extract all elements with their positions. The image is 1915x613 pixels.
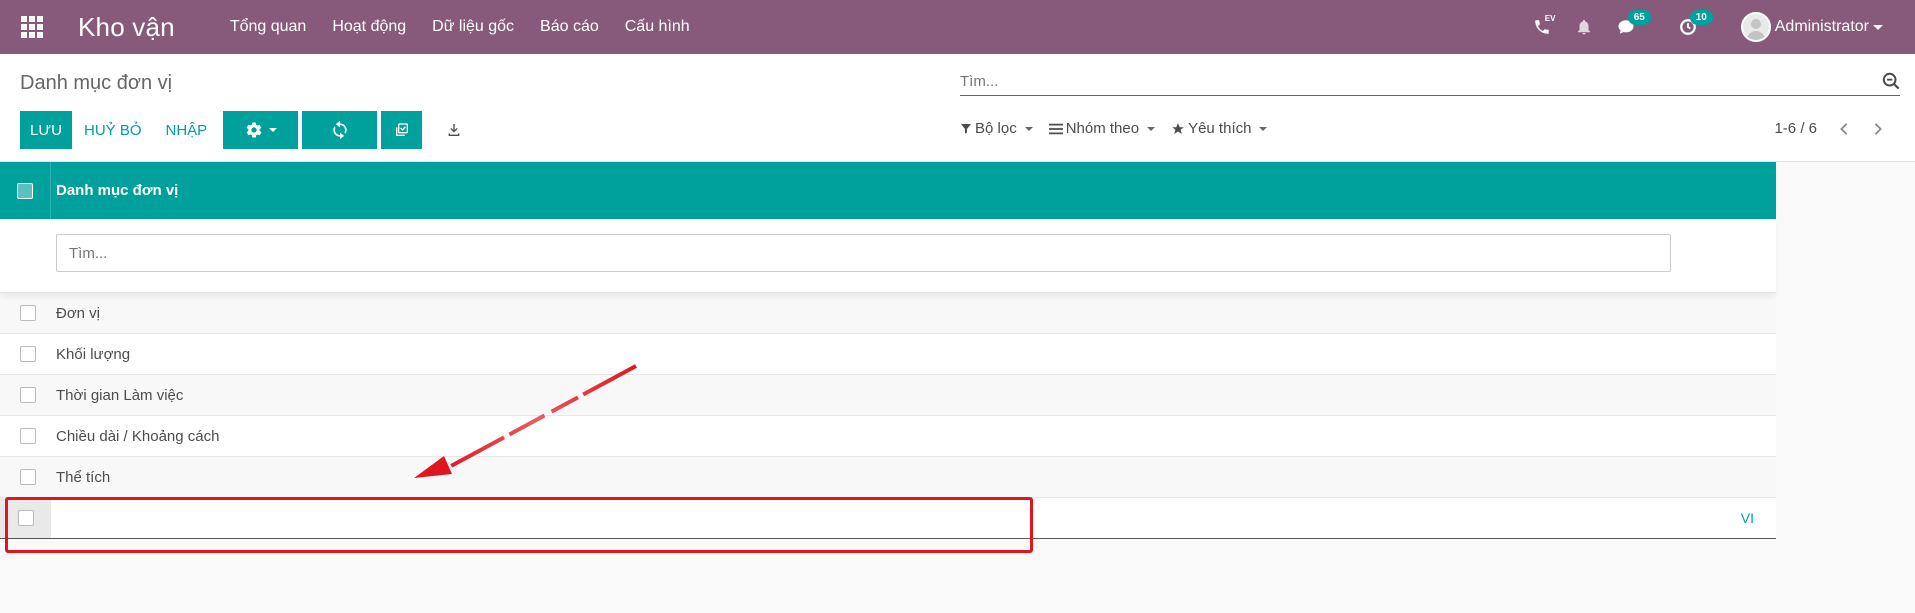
chevron-down-icon xyxy=(1147,126,1156,131)
select-all-checkbox[interactable] xyxy=(17,182,33,199)
activities-button[interactable]: 10 xyxy=(1679,10,1713,36)
menu-item-operations[interactable]: Hoạt động xyxy=(319,18,419,36)
refresh-button[interactable] xyxy=(302,111,378,149)
row-checkbox-cell xyxy=(0,387,56,403)
notifications-button[interactable] xyxy=(1575,18,1593,36)
favorites-label: Yêu thích xyxy=(1188,120,1252,137)
action-buttons: LƯU HUỶ BỎ NHẬP xyxy=(20,111,462,149)
pager: 1-6 / 6 xyxy=(1774,120,1885,137)
table-row[interactable]: Khối lượng xyxy=(0,334,1776,375)
messages-count-badge: 65 xyxy=(1627,10,1651,25)
duplicate-icon xyxy=(395,123,408,136)
column-filter-input[interactable] xyxy=(56,234,1671,272)
voip-button[interactable]: EV xyxy=(1533,14,1555,36)
refresh-icon xyxy=(333,120,347,140)
chevron-down-icon xyxy=(268,128,277,132)
table-row[interactable]: Đơn vị xyxy=(0,293,1776,334)
row-checkbox-cell xyxy=(0,469,56,485)
apps-grid-icon[interactable] xyxy=(21,16,43,38)
user-name: Administrator xyxy=(1774,18,1869,35)
table-row[interactable]: Thời gian Làm việc xyxy=(0,375,1776,416)
table-header: Danh mục đơn vị xyxy=(0,162,1776,219)
annotation-arrow xyxy=(414,364,637,478)
duplicate-button[interactable] xyxy=(381,111,423,149)
menu-item-reports[interactable]: Báo cáo xyxy=(527,18,612,36)
row-label: Khối lượng xyxy=(56,345,131,363)
messages-button[interactable]: 65 xyxy=(1617,10,1651,36)
table-row[interactable]: Thể tích xyxy=(0,457,1776,498)
search-icon[interactable] xyxy=(1882,72,1900,90)
filter-dropdown[interactable]: Bộ lọc xyxy=(960,120,1033,137)
main-navbar: Kho vận Tổng quan Hoạt động Dữ liệu gốc … xyxy=(0,0,1915,54)
select-all-cell xyxy=(0,162,51,219)
row-checkbox[interactable] xyxy=(20,428,36,444)
row-checkbox[interactable] xyxy=(20,346,36,362)
table-row[interactable]: Chiều dài / Khoảng cách xyxy=(0,416,1776,457)
main-menu: Tổng quan Hoạt động Dữ liệu gốc Báo cáo … xyxy=(217,18,703,36)
uom-category-table: Danh mục đơn vị Đơn vị Khối lượng Thời g… xyxy=(0,162,1776,539)
control-panel: Danh mục đơn vị LƯU HUỶ BỎ NHẬP Bộ lọc N… xyxy=(0,54,1915,162)
column-filter-row xyxy=(0,219,1776,293)
annotation-highlight-box xyxy=(5,497,1033,553)
filter-icon xyxy=(961,124,971,134)
voip-label: EV xyxy=(1544,14,1556,23)
menu-item-master-data[interactable]: Dữ liệu gốc xyxy=(419,18,527,36)
search-input[interactable] xyxy=(960,68,1840,94)
gear-icon xyxy=(246,122,262,138)
chevron-left-icon[interactable] xyxy=(1837,122,1851,136)
row-checkbox-cell xyxy=(0,346,56,362)
translation-language-button[interactable]: VI xyxy=(1741,510,1754,526)
pager-value[interactable]: 1-6 / 6 xyxy=(1774,120,1817,137)
menu-item-configuration[interactable]: Cấu hình xyxy=(612,18,703,36)
row-checkbox[interactable] xyxy=(20,469,36,485)
row-checkbox[interactable] xyxy=(20,387,36,403)
column-header-name[interactable]: Danh mục đơn vị xyxy=(51,182,178,199)
chevron-down-icon xyxy=(1873,24,1883,30)
user-menu[interactable]: Administrator xyxy=(1740,12,1915,42)
import-button[interactable]: NHẬP xyxy=(154,111,220,149)
action-menu-button[interactable] xyxy=(223,111,299,149)
breadcrumb: Danh mục đơn vị xyxy=(20,72,173,94)
row-label: Chiều dài / Khoảng cách xyxy=(56,427,220,445)
chevron-down-icon xyxy=(1259,126,1268,131)
row-checkbox[interactable] xyxy=(20,305,36,321)
download-icon[interactable] xyxy=(446,122,462,138)
search-bar xyxy=(960,68,1900,96)
filter-label: Bộ lọc xyxy=(975,120,1017,137)
bell-icon xyxy=(1577,19,1590,35)
search-options: Bộ lọc Nhóm theo Yêu thích xyxy=(960,120,1283,137)
save-button[interactable]: LƯU xyxy=(20,111,72,149)
group-by-dropdown[interactable]: Nhóm theo xyxy=(1048,120,1156,137)
row-label: Thời gian Làm việc xyxy=(56,386,184,404)
bars-icon xyxy=(1048,123,1063,134)
favorites-dropdown[interactable]: Yêu thích xyxy=(1171,120,1268,137)
chevron-right-icon[interactable] xyxy=(1871,122,1885,136)
activities-count-badge: 10 xyxy=(1689,10,1713,25)
app-title[interactable]: Kho vận xyxy=(78,12,175,43)
discard-button[interactable]: HUỶ BỎ xyxy=(72,111,154,149)
menu-item-overview[interactable]: Tổng quan xyxy=(217,18,320,36)
row-checkbox-cell xyxy=(0,428,56,444)
systray: EV 65 10 Administrator xyxy=(1533,0,1915,54)
star-icon xyxy=(1172,122,1184,134)
row-label: Đơn vị xyxy=(56,304,101,322)
row-checkbox-cell xyxy=(0,305,56,321)
group-by-label: Nhóm theo xyxy=(1065,120,1140,137)
row-label: Thể tích xyxy=(56,468,111,486)
chevron-down-icon xyxy=(1024,126,1033,131)
avatar xyxy=(1740,12,1771,42)
